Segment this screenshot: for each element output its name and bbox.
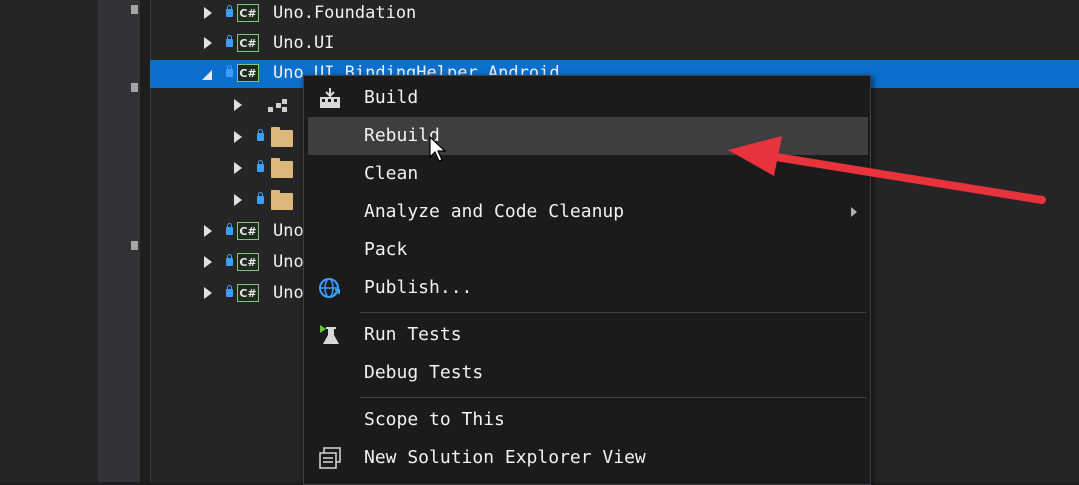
mouse-cursor-icon	[429, 136, 447, 162]
annotation-arrow	[728, 136, 1046, 204]
